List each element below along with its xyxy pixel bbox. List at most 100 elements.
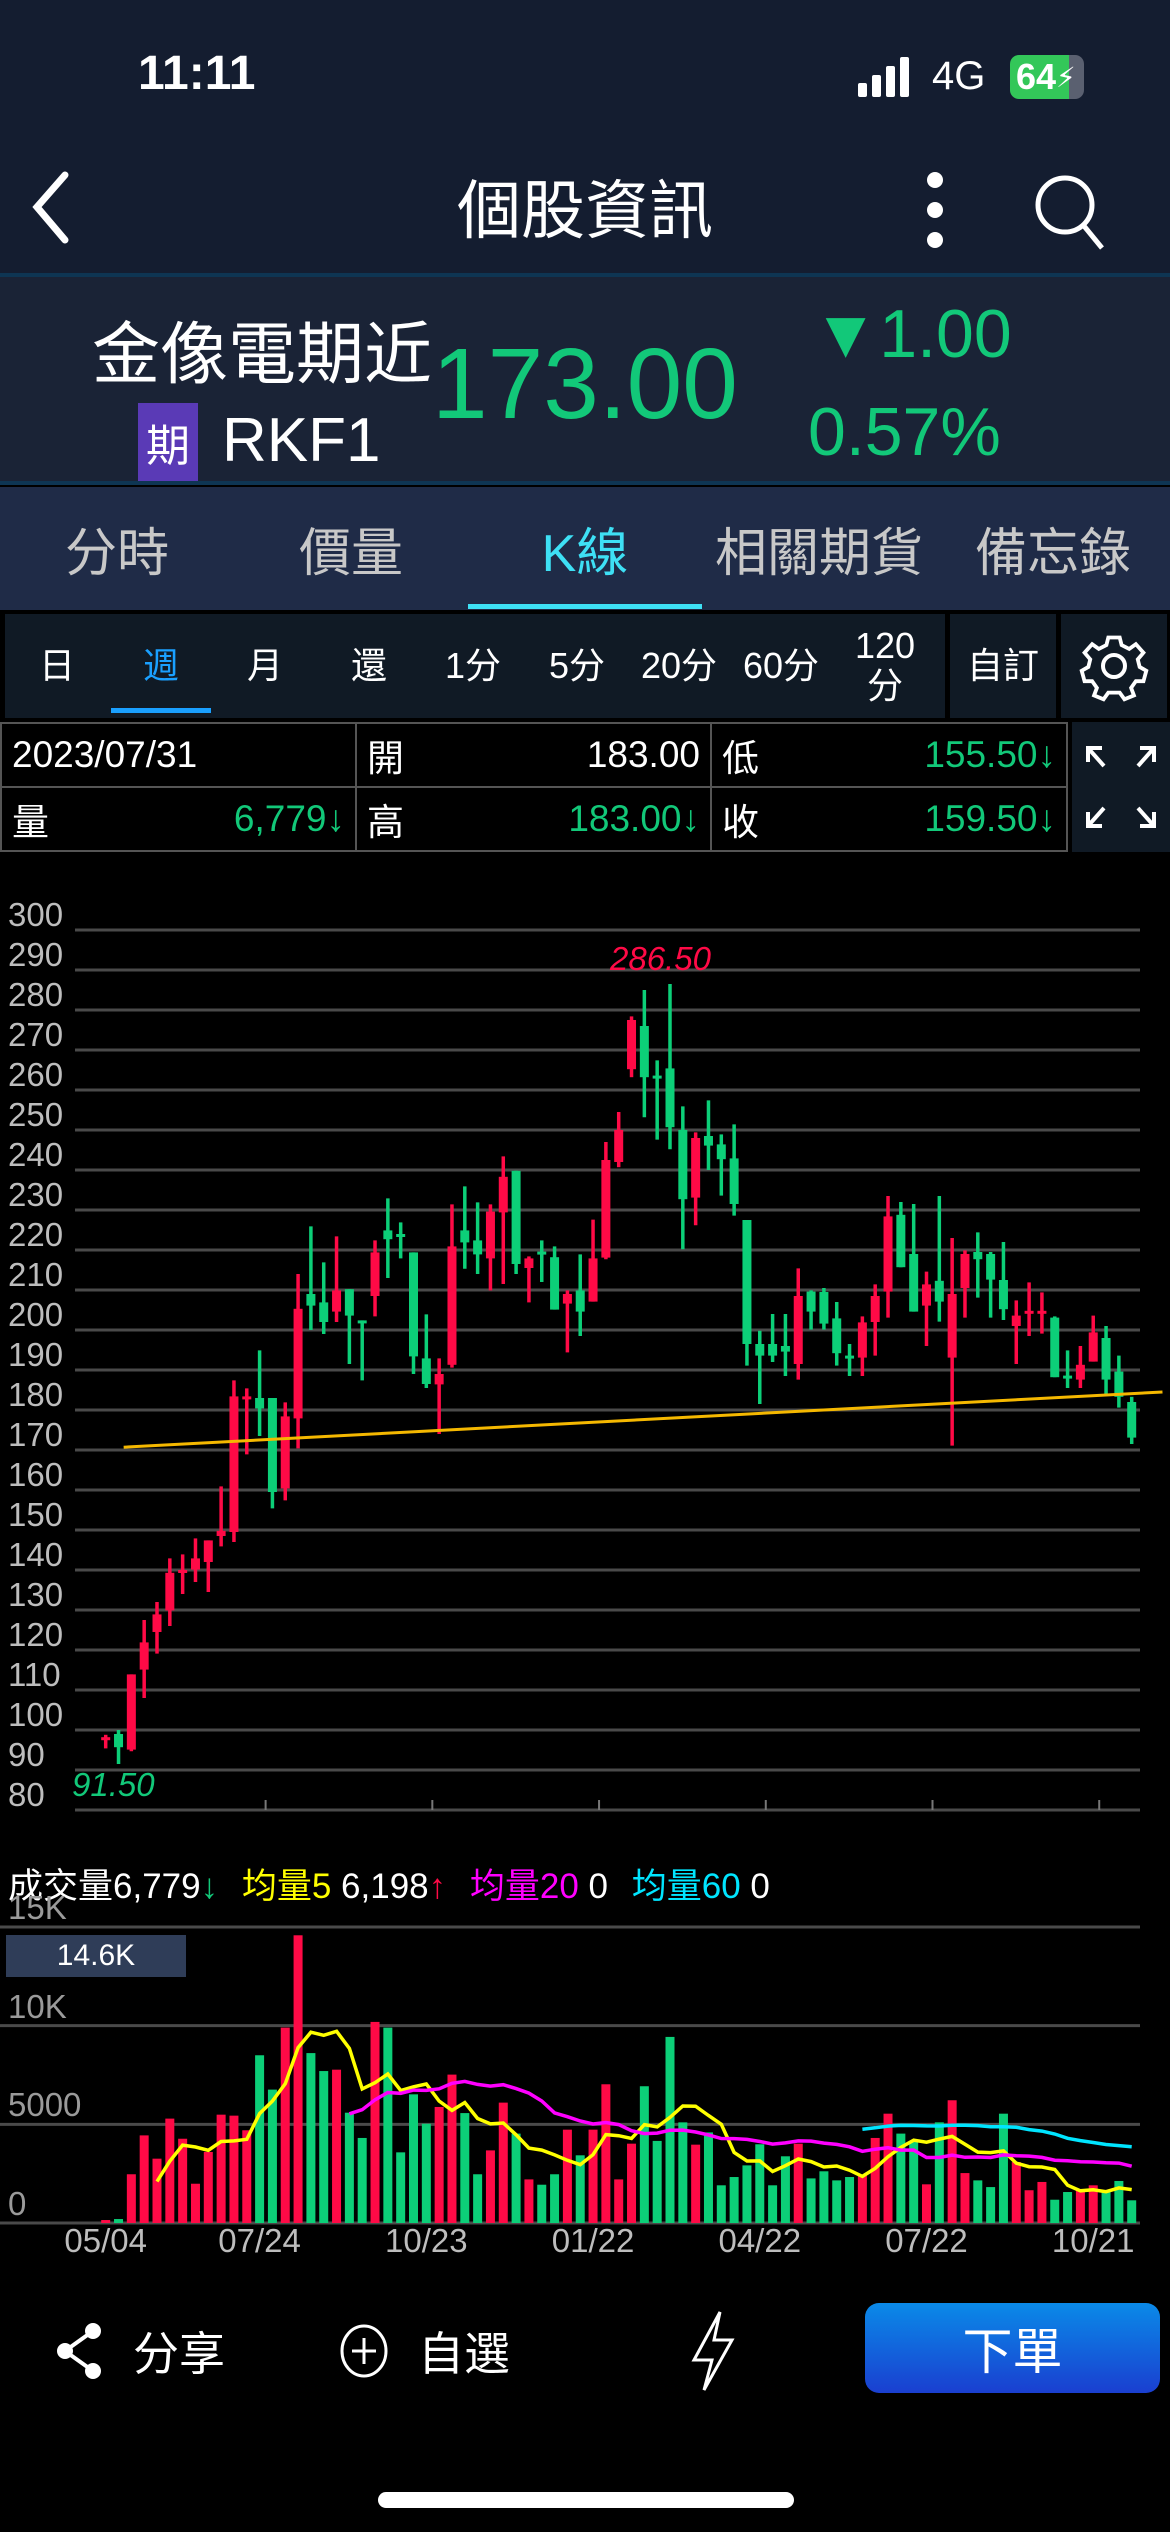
price-tick-label: 140	[8, 1536, 64, 1573]
active-tab-indicator	[468, 604, 702, 609]
candle-body	[575, 1290, 585, 1312]
candle-body	[1127, 1402, 1137, 1438]
candle-body	[511, 1170, 521, 1264]
home-indicator	[378, 2492, 794, 2508]
tab-related-futures[interactable]: 相關期貨	[702, 487, 936, 610]
candle-body	[1101, 1338, 1111, 1380]
period-month[interactable]: 月	[213, 614, 317, 718]
candle-body	[178, 1570, 188, 1573]
volume-bar	[960, 2173, 970, 2223]
candle-body	[165, 1572, 175, 1611]
candle-body	[267, 1398, 277, 1492]
volume-bar	[344, 2112, 354, 2223]
tab-memo[interactable]: 備忘錄	[936, 487, 1170, 610]
volume-bar	[1101, 2191, 1111, 2223]
candle-body	[832, 1318, 842, 1354]
candle-body	[793, 1296, 803, 1364]
volume-bar	[1037, 2181, 1047, 2223]
volume-bar	[562, 2129, 572, 2223]
candle-body	[409, 1252, 418, 1357]
candle-body	[639, 1026, 649, 1078]
candle-body	[319, 1302, 329, 1322]
candle-body	[1050, 1317, 1060, 1378]
volume-bar	[396, 2152, 406, 2223]
custom-period-button[interactable]: 自訂	[950, 614, 1056, 718]
price-tick-label: 240	[8, 1136, 64, 1173]
period-120min[interactable]: 120 分	[833, 614, 937, 718]
volume-bar	[857, 2174, 867, 2223]
volume-bar	[332, 2069, 342, 2223]
search-icon[interactable]	[1030, 172, 1110, 252]
candle-body	[652, 1075, 662, 1079]
price-tick-label: 290	[8, 936, 64, 973]
candle-body	[819, 1292, 829, 1324]
period-20min[interactable]: 20分	[627, 614, 731, 718]
tab-price-volume[interactable]: 價量	[234, 487, 468, 610]
min-price-label: 91.50	[72, 1766, 155, 1803]
tab-intraday[interactable]: 分時	[0, 487, 234, 610]
candle-body	[845, 1355, 855, 1359]
volume-bar	[280, 2027, 290, 2223]
candle-body	[562, 1294, 572, 1304]
volume-bar	[152, 2158, 162, 2223]
period-1min[interactable]: 1分	[421, 614, 525, 718]
candle-body	[768, 1344, 778, 1356]
price-tick-label: 90	[8, 1736, 45, 1773]
open-value: 183.00	[586, 734, 700, 775]
price-tick-label: 280	[8, 976, 64, 1013]
place-order-button[interactable]: 下單	[865, 2303, 1160, 2393]
candle-body	[691, 1138, 701, 1198]
volume-bar	[216, 2114, 226, 2223]
period-day[interactable]: 日	[5, 614, 109, 718]
price-tick-label: 130	[8, 1576, 64, 1613]
volume-bar	[973, 2180, 983, 2223]
period-week[interactable]: 週	[109, 614, 213, 718]
active-period-indicator	[111, 708, 211, 713]
candle-body	[139, 1642, 149, 1670]
price-tick-label: 260	[8, 1056, 64, 1093]
volume-bar	[780, 2156, 790, 2223]
volume-bar	[242, 2130, 252, 2223]
volume-bar	[665, 2036, 675, 2223]
volume-bar	[537, 2184, 547, 2223]
settings-gear-icon[interactable]	[1061, 614, 1167, 718]
date-tick-label: 07/24	[218, 2222, 301, 2259]
period-5min[interactable]: 5分	[525, 614, 629, 718]
battery-level: 64	[1016, 56, 1057, 97]
period-adjusted[interactable]: 還	[317, 614, 421, 718]
candle-body	[1114, 1371, 1124, 1397]
info-volume: 量 6,779↓	[0, 786, 357, 852]
more-icon[interactable]	[920, 170, 950, 255]
lightning-icon[interactable]	[688, 2308, 738, 2394]
share-button[interactable]: 分享	[55, 2318, 225, 2384]
fullscreen-icon[interactable]	[1072, 722, 1170, 852]
price-tick-label: 250	[8, 1096, 64, 1133]
plus-circle-icon	[340, 2324, 388, 2378]
candle-body	[1024, 1310, 1034, 1314]
volume-bar	[601, 2084, 611, 2223]
signal-icon	[858, 55, 910, 97]
add-watchlist-button[interactable]: 自選	[338, 2318, 510, 2384]
status-time: 11:11	[138, 47, 256, 100]
price-tick-label: 230	[8, 1176, 64, 1213]
price-tick-label: 110	[8, 1656, 61, 1693]
nav-bar: 個股資訊	[0, 145, 1170, 273]
candle-body	[1011, 1315, 1021, 1326]
period-60min[interactable]: 60分	[729, 614, 833, 718]
volume-bar	[319, 2071, 329, 2223]
trend-line	[123, 1390, 1163, 1449]
futures-badge: 期	[138, 403, 198, 481]
volume-bar	[383, 2027, 393, 2223]
volume-bar	[126, 2174, 136, 2223]
candle-body	[909, 1254, 919, 1312]
price-change: ▼1.00	[812, 296, 1012, 372]
candle-body	[1037, 1310, 1047, 1314]
ma60-value: 0	[750, 1867, 770, 1906]
volume-bar	[793, 2143, 803, 2223]
ma20-label: 均量20	[469, 1867, 579, 1906]
info-open: 開 183.00	[355, 722, 712, 788]
candle-body	[588, 1258, 598, 1302]
tab-kline[interactable]: K線	[468, 487, 702, 610]
volume-bar	[883, 2113, 893, 2223]
candle-body	[152, 1614, 162, 1632]
